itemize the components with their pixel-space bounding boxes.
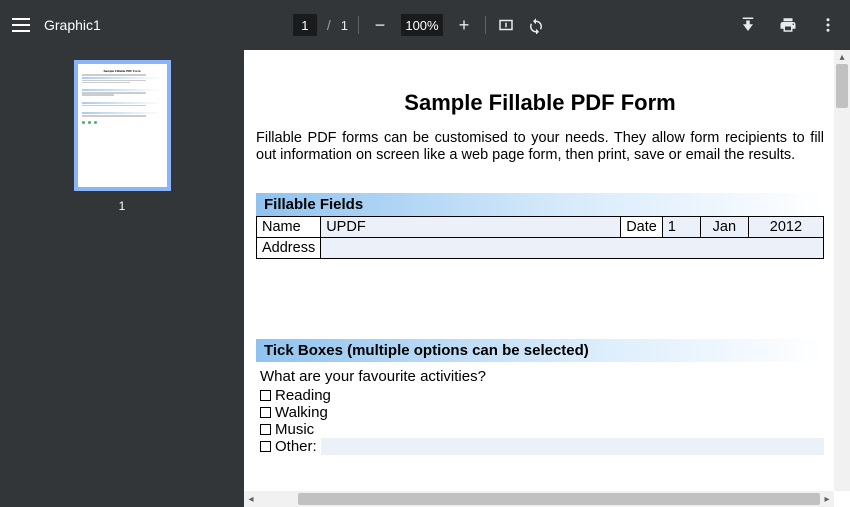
menu-icon[interactable] bbox=[12, 18, 30, 32]
option-label: Reading bbox=[275, 387, 331, 404]
checkbox-icon[interactable] bbox=[260, 441, 271, 452]
date-label: Date bbox=[621, 217, 663, 238]
scroll-up-arrow[interactable]: ▴ bbox=[834, 50, 850, 64]
main-area: Sample Fillable PDF Form 1 Sample Fillab… bbox=[0, 50, 850, 507]
date-year-field[interactable]: 2012 bbox=[748, 217, 823, 238]
download-icon[interactable] bbox=[738, 15, 758, 35]
name-label: Name bbox=[257, 217, 321, 238]
page-thumbnail[interactable]: Sample Fillable PDF Form bbox=[74, 60, 171, 191]
page-number-input[interactable] bbox=[293, 14, 317, 36]
page-total: 1 bbox=[341, 18, 348, 33]
fit-page-icon[interactable] bbox=[496, 15, 516, 35]
address-field[interactable] bbox=[321, 238, 824, 259]
document-title: Graphic1 bbox=[44, 17, 101, 33]
horizontal-scrollbar[interactable]: ◂ ▸ bbox=[244, 491, 834, 507]
scroll-right-arrow[interactable]: ▸ bbox=[820, 491, 834, 507]
form-intro: Fillable PDF forms can be customised to … bbox=[256, 130, 824, 163]
pdf-toolbar: Graphic1 / 1 − 100% + bbox=[0, 0, 850, 50]
activities-question: What are your favourite activities? bbox=[260, 368, 820, 385]
section-fillable-fields: Fillable Fields bbox=[256, 193, 824, 216]
form-title: Sample Fillable PDF Form bbox=[256, 90, 824, 116]
checkbox-icon[interactable] bbox=[260, 407, 271, 418]
other-field[interactable] bbox=[321, 438, 824, 455]
pdf-page: Sample Fillable PDF Form Fillable PDF fo… bbox=[244, 50, 834, 491]
zoom-level[interactable]: 100% bbox=[401, 14, 443, 36]
zoom-in-button[interactable]: + bbox=[453, 14, 475, 36]
section-tick-boxes: Tick Boxes (multiple options can be sele… bbox=[256, 339, 824, 362]
other-label: Other: bbox=[275, 438, 317, 455]
date-day-field[interactable]: 1 bbox=[662, 217, 700, 238]
rotate-icon[interactable] bbox=[526, 15, 546, 35]
vertical-scroll-thumb[interactable] bbox=[836, 64, 848, 108]
option-reading[interactable]: Reading bbox=[260, 387, 824, 404]
name-field[interactable]: UPDF bbox=[321, 217, 621, 238]
vertical-scrollbar[interactable]: ▴ bbox=[834, 50, 850, 491]
option-music[interactable]: Music bbox=[260, 421, 824, 438]
checkbox-icon[interactable] bbox=[260, 424, 271, 435]
divider bbox=[358, 16, 359, 34]
option-other[interactable]: Other: bbox=[260, 438, 824, 455]
activities-options: Reading Walking Music Other: bbox=[260, 387, 824, 455]
zoom-out-button[interactable]: − bbox=[369, 14, 391, 36]
divider bbox=[485, 16, 486, 34]
option-label: Walking bbox=[275, 404, 328, 421]
more-icon[interactable] bbox=[818, 15, 838, 35]
option-label: Music bbox=[275, 421, 314, 438]
thumbnail-number: 1 bbox=[119, 199, 126, 213]
option-walking[interactable]: Walking bbox=[260, 404, 824, 421]
checkbox-icon[interactable] bbox=[260, 390, 271, 401]
date-month-field[interactable]: Jan bbox=[700, 217, 748, 238]
fields-table: Name UPDF Date 1 Jan 2012 Address bbox=[256, 216, 824, 259]
horizontal-scroll-thumb[interactable] bbox=[298, 493, 820, 505]
document-viewport: Sample Fillable PDF Form Fillable PDF fo… bbox=[244, 50, 850, 507]
scroll-left-arrow[interactable]: ◂ bbox=[244, 491, 258, 507]
thumbnail-sidebar: Sample Fillable PDF Form 1 bbox=[0, 50, 244, 507]
print-icon[interactable] bbox=[778, 15, 798, 35]
address-label: Address bbox=[257, 238, 321, 259]
page-separator: / bbox=[327, 17, 331, 33]
